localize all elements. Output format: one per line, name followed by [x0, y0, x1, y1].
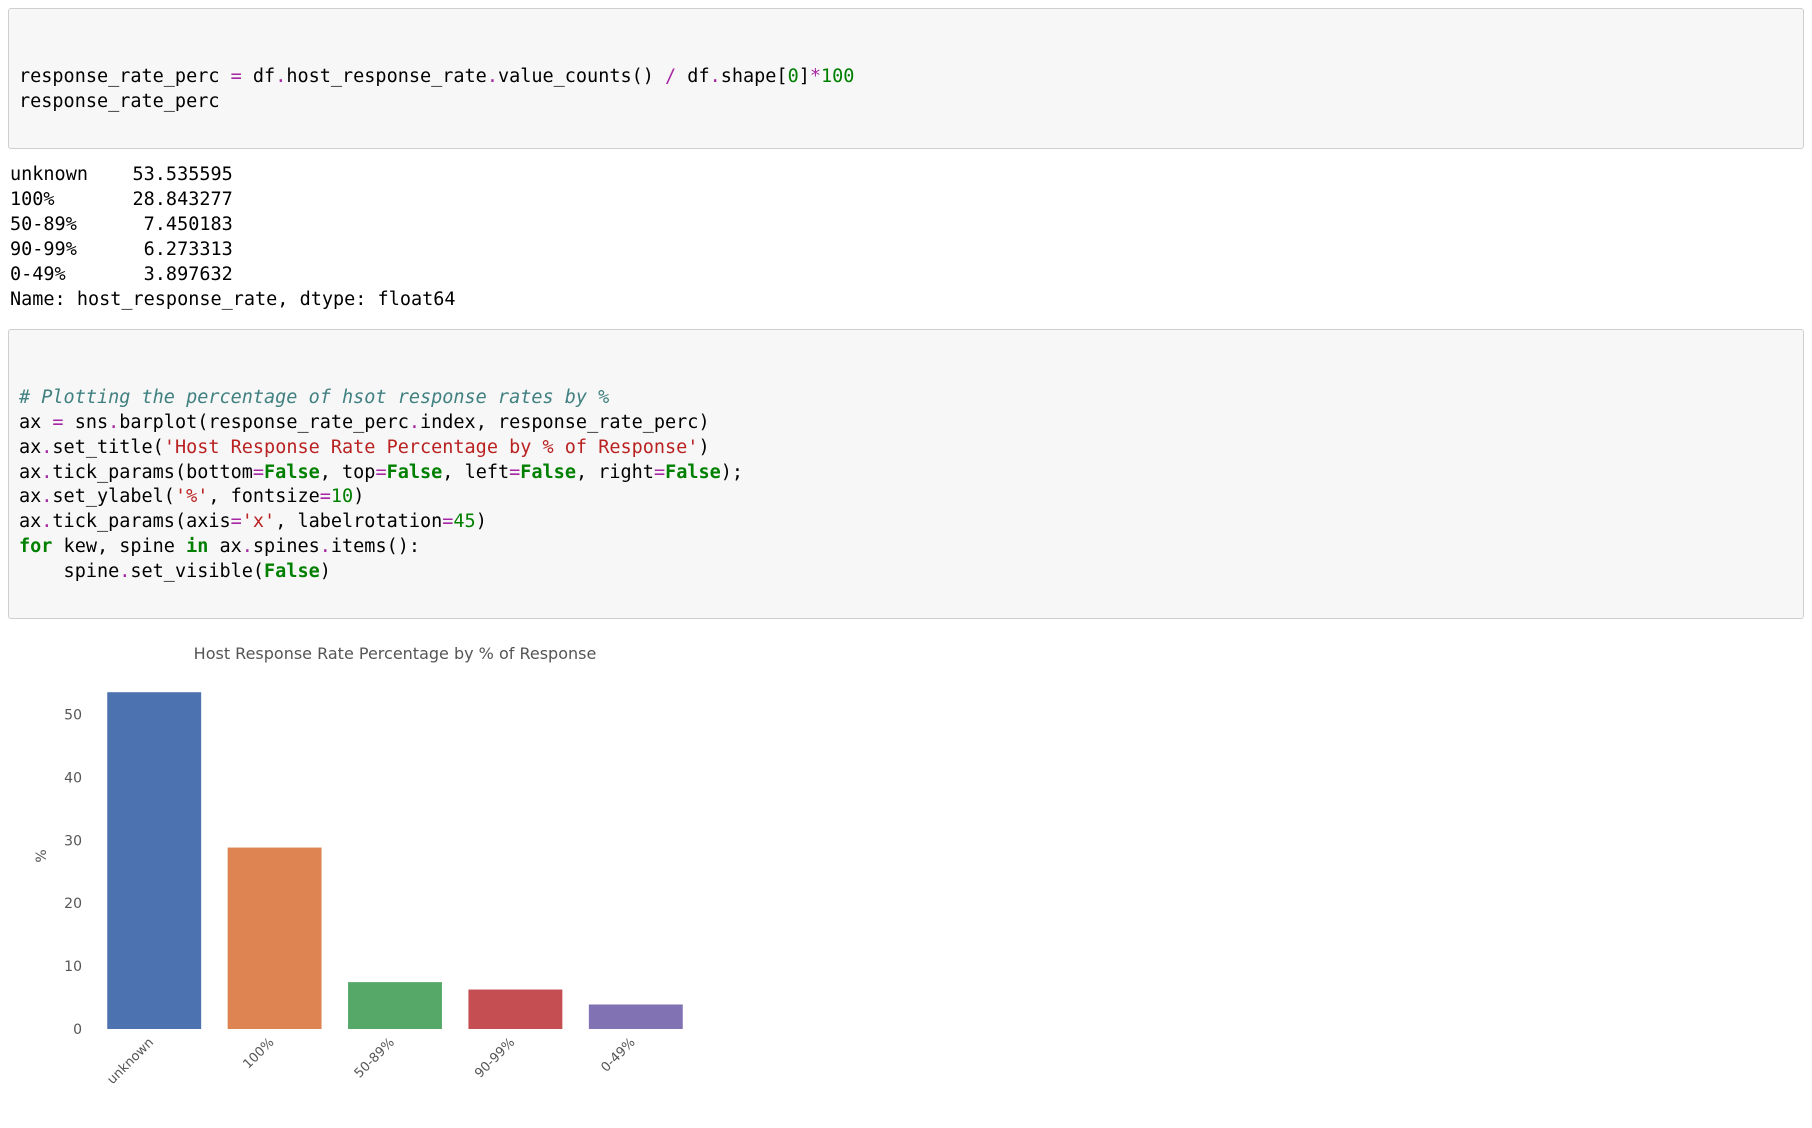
bar: [589, 1005, 683, 1030]
bar: [468, 990, 562, 1029]
x-tick-label: 0-49%: [598, 1036, 638, 1076]
bar: [228, 848, 322, 1029]
code-cell-2[interactable]: # Plotting the percentage of hsot respon…: [8, 329, 1804, 620]
chart-output: Host Response Rate Percentage by % of Re…: [8, 629, 1804, 1120]
chart-title: Host Response Rate Percentage by % of Re…: [194, 644, 597, 663]
y-tick-label: 40: [64, 771, 82, 787]
bar-chart: Host Response Rate Percentage by % of Re…: [26, 635, 726, 1115]
bar: [107, 693, 201, 1030]
code-cell-1[interactable]: response_rate_perc = df.host_response_ra…: [8, 8, 1804, 149]
code-cell-1-content: response_rate_perc = df.host_response_ra…: [19, 65, 1793, 115]
x-tick-label: 50-89%: [352, 1036, 398, 1082]
y-tick-label: 20: [64, 896, 82, 912]
x-tick-label: 90-99%: [472, 1036, 518, 1082]
x-tick-label: 100%: [241, 1036, 278, 1073]
y-tick-label: 30: [64, 834, 82, 850]
y-tick-label: 10: [64, 959, 82, 975]
bar: [348, 982, 442, 1029]
code-cell-2-content: # Plotting the percentage of hsot respon…: [19, 386, 1793, 586]
output-text-1: unknown 53.535595 100% 28.843277 50-89% …: [8, 159, 1804, 329]
y-tick-label: 0: [73, 1022, 82, 1038]
y-axis-label: %: [34, 850, 50, 863]
y-tick-label: 50: [64, 708, 82, 724]
x-tick-label: unknown: [105, 1036, 157, 1088]
